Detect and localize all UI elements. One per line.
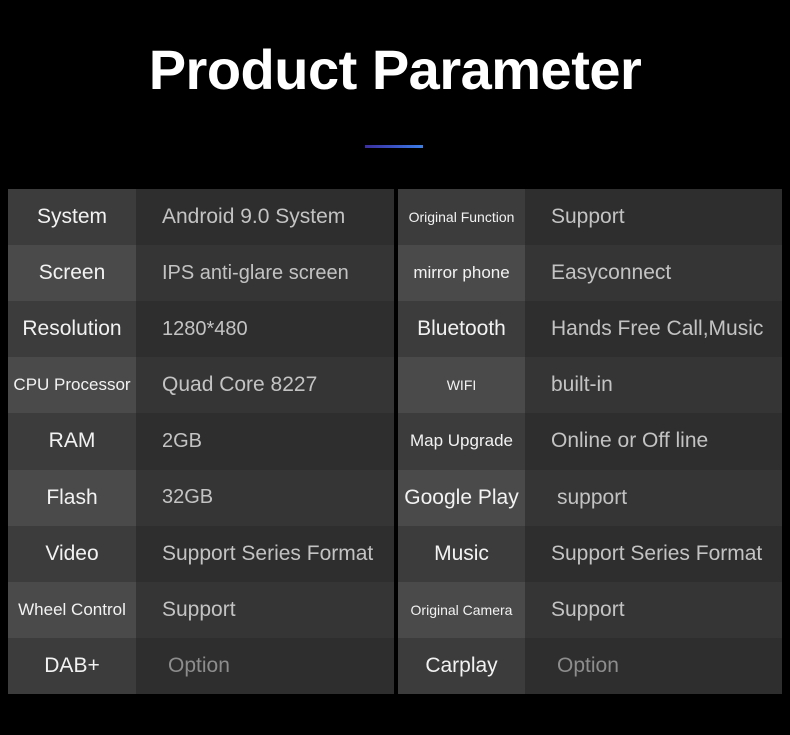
table-row: Music Support Series Format — [398, 525, 782, 582]
spec-label: CPU Processor — [8, 357, 136, 414]
table-row: Carplay Option — [398, 637, 782, 694]
spec-value: Android 9.0 System — [136, 189, 394, 246]
spec-value: 2GB — [136, 413, 394, 470]
table-row: CPU Processor Quad Core 8227 — [8, 357, 394, 414]
spec-value: Option — [525, 637, 782, 694]
page-header: Product Parameter — [0, 0, 790, 189]
spec-value: Online or Off line — [525, 413, 782, 470]
table-row: Video Support Series Format — [8, 525, 394, 582]
product-parameter-page: Product Parameter System Android 9.0 Sys… — [0, 0, 790, 735]
spec-label: Carplay — [398, 637, 525, 694]
table-row: Map Upgrade Online or Off line — [398, 413, 782, 470]
spec-value: built-in — [525, 357, 782, 414]
spec-value: 32GB — [136, 469, 394, 526]
table-row: Flash 32GB — [8, 469, 394, 526]
spec-value: Easyconnect — [525, 245, 782, 302]
table-row: WIFI built-in — [398, 357, 782, 414]
spec-value: Support — [525, 189, 782, 246]
specification-tables: System Android 9.0 System Screen IPS ant… — [0, 189, 790, 694]
spec-value: IPS anti-glare screen — [136, 245, 394, 302]
table-row: System Android 9.0 System — [8, 189, 394, 246]
table-row: Original Function Support — [398, 189, 782, 246]
table-row: mirror phone Easyconnect — [398, 245, 782, 302]
spec-label: Original Camera — [398, 581, 525, 638]
spec-value: support — [525, 469, 782, 526]
table-row: Screen IPS anti-glare screen — [8, 245, 394, 302]
spec-value: Support Series Format — [136, 525, 394, 582]
spec-value: Support — [525, 581, 782, 638]
spec-label: Resolution — [8, 301, 136, 358]
spec-label: System — [8, 189, 136, 246]
table-row: Original Camera Support — [398, 581, 782, 638]
table-row: RAM 2GB — [8, 413, 394, 470]
table-row: Google Play support — [398, 469, 782, 526]
spec-value: Support — [136, 581, 394, 638]
spec-label: Bluetooth — [398, 301, 525, 358]
spec-value: Option — [136, 637, 394, 694]
table-row: Resolution 1280*480 — [8, 301, 394, 358]
spec-label: DAB+ — [8, 637, 136, 694]
spec-table-right: Original Function Support mirror phone E… — [398, 189, 782, 694]
spec-label: Map Upgrade — [398, 413, 525, 470]
spec-label: RAM — [8, 413, 136, 470]
spec-label: Screen — [8, 245, 136, 302]
spec-value: Support Series Format — [525, 525, 782, 582]
spec-value: Quad Core 8227 — [136, 357, 394, 414]
spec-value: 1280*480 — [136, 301, 394, 358]
spec-label: Video — [8, 525, 136, 582]
spec-value: Hands Free Call,Music — [525, 301, 782, 358]
spec-label: Music — [398, 525, 525, 582]
spec-label: Original Function — [398, 189, 525, 246]
spec-label: WIFI — [398, 357, 525, 414]
table-row: DAB+ Option — [8, 637, 394, 694]
page-title: Product Parameter — [148, 38, 642, 101]
table-row: Wheel Control Support — [8, 581, 394, 638]
spec-label: Wheel Control — [8, 581, 136, 638]
spec-label: Flash — [8, 469, 136, 526]
table-row: Bluetooth Hands Free Call,Music — [398, 301, 782, 358]
spec-label: mirror phone — [398, 245, 525, 302]
spec-table-left: System Android 9.0 System Screen IPS ant… — [8, 189, 394, 694]
title-divider — [365, 145, 423, 148]
spec-label: Google Play — [398, 469, 525, 526]
